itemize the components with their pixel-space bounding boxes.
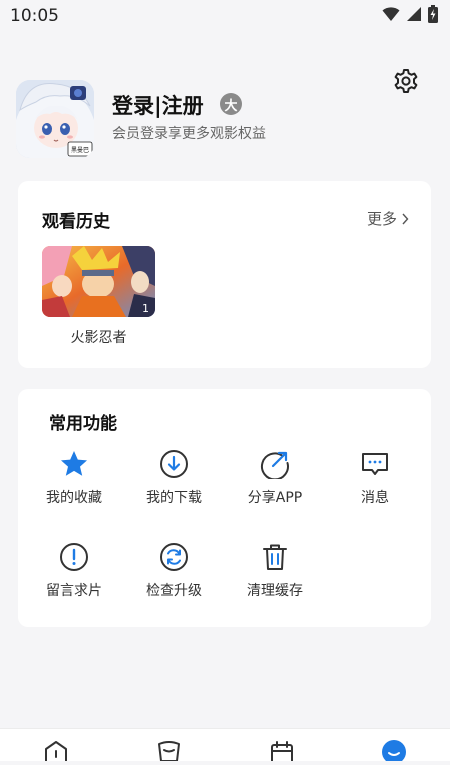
watch-history-card: 观看历史 更多 1 火影忍者 bbox=[18, 181, 431, 368]
request-movie-button[interactable]: 留言求片 bbox=[29, 542, 119, 600]
trash-icon bbox=[263, 544, 287, 570]
request-movie-label: 留言求片 bbox=[46, 583, 102, 599]
check-update-label: 检查升级 bbox=[146, 583, 202, 599]
exclamation-circle-icon bbox=[60, 543, 88, 571]
tab-discover[interactable] bbox=[156, 741, 182, 765]
share-app-label: 分享APP bbox=[247, 490, 303, 506]
login-register-link[interactable]: 登录|注册 bbox=[112, 93, 204, 119]
avatar[interactable]: 黑曼巴 bbox=[16, 80, 94, 158]
clear-cache-button[interactable]: 清理缓存 bbox=[230, 542, 320, 600]
downloads-button[interactable]: 我的下载 bbox=[129, 449, 219, 507]
refresh-icon bbox=[160, 543, 188, 571]
chevron-right-icon bbox=[402, 213, 409, 224]
tab-schedule[interactable] bbox=[270, 741, 294, 765]
calendar-icon bbox=[271, 741, 293, 764]
status-time: 10:05 bbox=[10, 6, 59, 26]
star-icon bbox=[61, 451, 87, 476]
wifi-icon bbox=[382, 7, 400, 21]
svg-text:黑曼巴: 黑曼巴 bbox=[71, 147, 89, 154]
favorites-button[interactable]: 我的收藏 bbox=[29, 449, 119, 507]
messages-label: 消息 bbox=[361, 490, 389, 506]
status-icons bbox=[382, 5, 438, 23]
settings-button[interactable] bbox=[393, 68, 419, 94]
gear-icon bbox=[394, 69, 418, 93]
message-icon bbox=[362, 453, 388, 475]
bottom-tab-bar bbox=[0, 728, 450, 764]
profile-icon bbox=[382, 740, 406, 764]
anime-avatar-image: 黑曼巴 bbox=[16, 80, 94, 158]
login-subtitle: 会员登录享更多观影权益 bbox=[112, 126, 266, 142]
common-functions-card: 常用功能 我的收藏 我的下载 分享APP 消息 留言求片 检查升级 清理缓存 bbox=[18, 389, 431, 627]
tab-home[interactable] bbox=[44, 741, 68, 765]
signal-icon bbox=[407, 7, 421, 21]
more-link[interactable]: 更多 bbox=[367, 208, 409, 229]
history-item-thumbnail[interactable]: 1 bbox=[42, 246, 155, 317]
vip-badge: 大 bbox=[220, 93, 242, 115]
more-label: 更多 bbox=[366, 210, 397, 228]
history-item-title[interactable]: 火影忍者 bbox=[42, 327, 155, 347]
naruto-poster-image bbox=[42, 246, 155, 317]
clear-cache-label: 清理缓存 bbox=[247, 583, 303, 599]
cup-icon bbox=[158, 741, 180, 762]
history-title: 观看历史 bbox=[42, 212, 110, 232]
home-icon bbox=[45, 741, 67, 761]
tab-profile[interactable] bbox=[382, 740, 406, 765]
battery-icon bbox=[428, 5, 438, 23]
messages-button[interactable]: 消息 bbox=[330, 449, 420, 507]
status-bar: 10:05 bbox=[0, 0, 450, 32]
download-icon bbox=[160, 450, 188, 478]
favorites-label: 我的收藏 bbox=[46, 490, 102, 506]
check-update-button[interactable]: 检查升级 bbox=[129, 542, 219, 600]
functions-title: 常用功能 bbox=[49, 414, 117, 434]
share-icon bbox=[261, 451, 289, 479]
share-app-button[interactable]: 分享APP bbox=[230, 449, 320, 507]
downloads-label: 我的下载 bbox=[146, 490, 202, 506]
episode-badge: 1 bbox=[142, 302, 149, 315]
